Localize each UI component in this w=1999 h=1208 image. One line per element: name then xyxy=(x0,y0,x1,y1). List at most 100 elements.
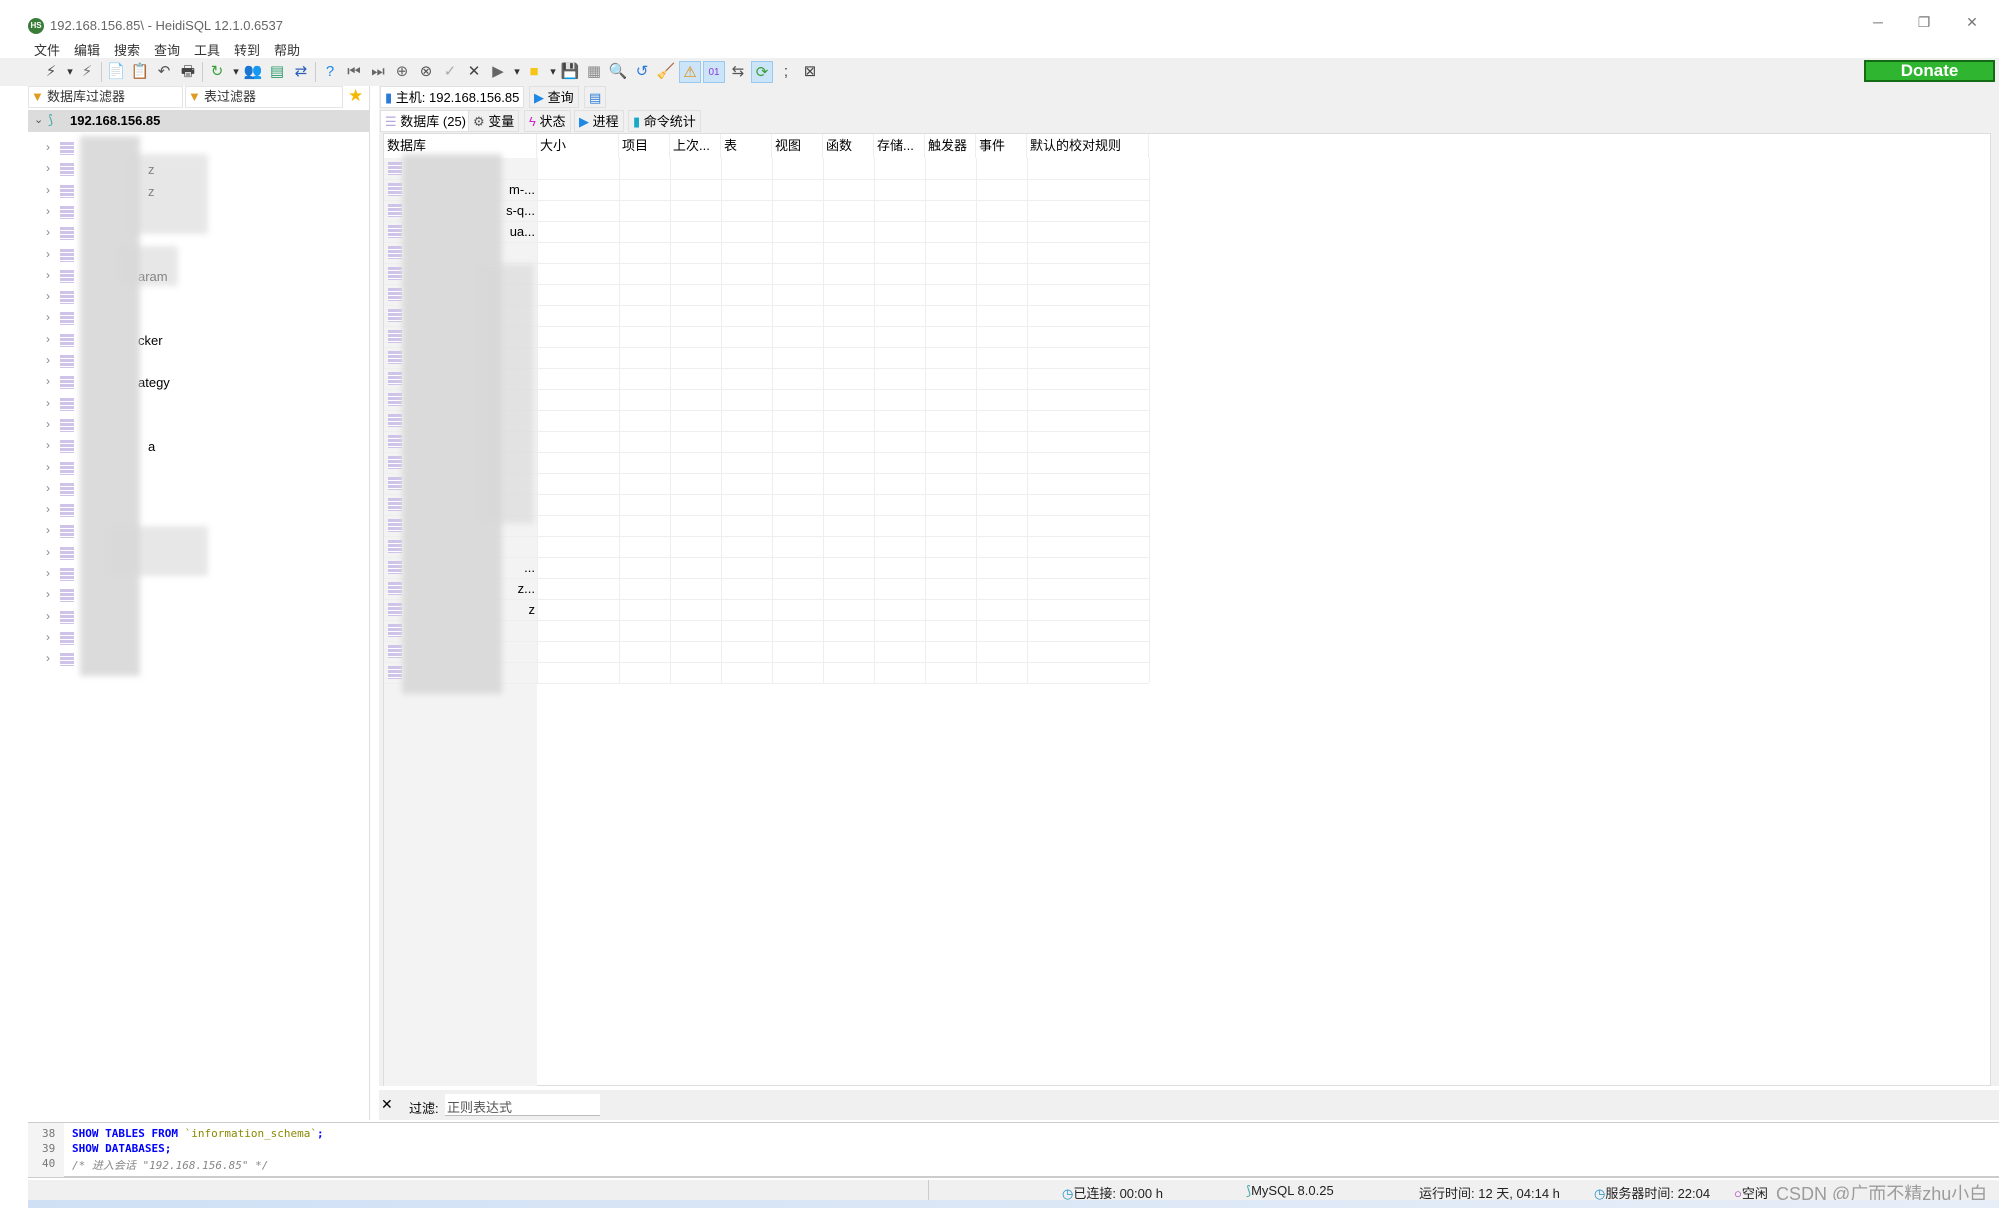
minimize-button[interactable]: ─ xyxy=(1858,14,1898,38)
undo-icon[interactable]: ↶ xyxy=(153,61,175,83)
run-icon[interactable]: ▶ xyxy=(487,61,509,83)
tab-bar-chart[interactable]: ▮ 命令统计 xyxy=(628,110,701,132)
save-as-icon[interactable]: ▦ xyxy=(583,61,605,83)
chevron-right-icon[interactable]: › xyxy=(46,481,50,495)
column-header[interactable]: 表 xyxy=(721,134,772,158)
restore-button[interactable]: ❐ xyxy=(1904,14,1944,38)
column-header[interactable]: 项目 xyxy=(619,134,670,158)
chevron-down-icon[interactable]: ⌄ xyxy=(34,113,43,126)
tree-item-database[interactable]: › xyxy=(28,308,368,329)
chevron-right-icon[interactable]: › xyxy=(46,417,50,431)
chevron-right-icon[interactable]: › xyxy=(46,247,50,261)
cancel-icon[interactable]: ✕ xyxy=(463,61,485,83)
chevron-right-icon[interactable]: › xyxy=(46,523,50,537)
column-header[interactable]: 触发器 xyxy=(925,134,976,158)
filter-regex-input[interactable]: 正则表达式 xyxy=(445,1094,600,1116)
tree-item-database[interactable]: › ategy xyxy=(28,372,368,393)
new-query-tab-button[interactable]: ▤ xyxy=(584,86,607,108)
chevron-right-icon[interactable]: › xyxy=(46,587,50,601)
transfer-icon[interactable]: ⇄ xyxy=(290,61,312,83)
chevron-right-icon[interactable]: › xyxy=(46,310,50,324)
chevron-right-icon[interactable]: › xyxy=(46,502,50,516)
dropdown-arrow-icon[interactable]: ▾ xyxy=(547,61,559,83)
column-header[interactable]: 大小 xyxy=(537,134,619,158)
database-list-grid[interactable]: 数据库 大小 项目 上次... 表视图 函数 存储... 触发器 事件 默认的校对规则 m-... s… xyxy=(383,133,1991,1086)
chevron-right-icon[interactable]: › xyxy=(46,268,50,282)
tab-play[interactable]: ▶ 进程 xyxy=(574,110,624,132)
copy-icon[interactable]: 📄 xyxy=(105,61,127,83)
menu-item[interactable]: 搜索 xyxy=(114,40,140,59)
chevron-right-icon[interactable]: › xyxy=(46,374,50,388)
folder-icon[interactable]: ■ xyxy=(523,61,545,83)
close-button[interactable]: ✕ xyxy=(1952,14,1992,38)
tree-item-database[interactable]: › xyxy=(28,649,368,670)
binary-icon[interactable]: 01 xyxy=(703,61,725,83)
tree-item-database[interactable]: › xyxy=(28,628,368,649)
user-manager-icon[interactable]: 👥 xyxy=(242,61,264,83)
first-icon[interactable]: ⏮ xyxy=(343,61,365,83)
tree-item-database[interactable]: ›aram xyxy=(28,266,368,287)
help-icon[interactable]: ? xyxy=(319,61,341,83)
clean-icon[interactable]: 🧹 xyxy=(655,61,677,83)
menu-item[interactable]: 查询 xyxy=(154,40,180,59)
chevron-right-icon[interactable]: › xyxy=(46,353,50,367)
add-icon[interactable]: ⊕ xyxy=(391,61,413,83)
tree-item-database[interactable]: › xyxy=(28,245,368,266)
column-header[interactable]: 存储... xyxy=(874,134,925,158)
replace-icon[interactable]: ↺ xyxy=(631,61,653,83)
column-header[interactable]: 默认的校对规则 xyxy=(1027,134,1149,158)
dropdown-arrow-icon[interactable]: ▾ xyxy=(64,61,76,83)
tree-item-database[interactable]: › xyxy=(28,585,368,606)
paste-icon[interactable]: 📋 xyxy=(129,61,151,83)
tree-item-database[interactable]: › xyxy=(28,479,368,500)
donate-button[interactable]: Donate xyxy=(1864,60,1995,82)
chevron-right-icon[interactable]: › xyxy=(46,204,50,218)
tab-host[interactable]: ▮ 主机: 192.168.156.85 xyxy=(380,86,525,108)
semicolon-icon[interactable]: ; xyxy=(775,61,797,83)
chevron-right-icon[interactable]: › xyxy=(46,438,50,452)
menu-item[interactable]: 帮助 xyxy=(274,40,300,59)
warning-icon[interactable]: ⚠ xyxy=(679,61,701,83)
dropdown-arrow-icon[interactable]: ▾ xyxy=(230,61,242,83)
tab-lightning[interactable]: ϟ 状态 xyxy=(524,110,571,132)
column-header[interactable]: 事件 xyxy=(976,134,1027,158)
disconnect-icon[interactable]: ⚡ xyxy=(76,61,98,83)
chevron-right-icon[interactable]: › xyxy=(46,630,50,644)
search-icon[interactable]: 🔍 xyxy=(607,61,629,83)
tree-item-database[interactable]: › xyxy=(28,415,368,436)
chevron-right-icon[interactable]: › xyxy=(46,140,50,154)
favorites-star-icon[interactable]: ★ xyxy=(348,86,363,106)
chevron-right-icon[interactable]: › xyxy=(46,651,50,665)
chevron-right-icon[interactable]: › xyxy=(46,161,50,175)
column-header[interactable]: 上次... xyxy=(670,134,721,158)
tree-item-database[interactable]: › cker xyxy=(28,330,368,351)
database-filter-input[interactable]: ▼ 数据库过滤器 xyxy=(28,86,183,108)
chevron-right-icon[interactable]: › xyxy=(46,545,50,559)
chevron-right-icon[interactable]: › xyxy=(46,183,50,197)
chevron-right-icon[interactable]: › xyxy=(46,566,50,580)
tree-item-database[interactable]: › a xyxy=(28,436,368,457)
connect-icon[interactable]: ⚡ xyxy=(40,61,62,83)
close-filter-button[interactable]: ✕ xyxy=(381,1096,393,1113)
chevron-right-icon[interactable]: › xyxy=(46,225,50,239)
export-csv-icon[interactable]: ▤ xyxy=(266,61,288,83)
chevron-right-icon[interactable]: › xyxy=(46,460,50,474)
tab-database[interactable]: ☰ 数据库 (25) xyxy=(380,110,472,132)
dropdown-arrow-icon[interactable]: ▾ xyxy=(511,61,523,83)
tree-item-database[interactable]: › xyxy=(28,394,368,415)
menu-item[interactable]: 转到 xyxy=(234,40,260,59)
tab-gear[interactable]: ⚙ 变量 xyxy=(468,110,520,132)
tree-item-database[interactable]: › xyxy=(28,287,368,308)
column-header[interactable]: 视图 xyxy=(772,134,823,158)
tree-root-server[interactable]: ⌄ ⟆ 192.168.156.85 xyxy=(28,110,370,132)
last-icon[interactable]: ⏭ xyxy=(367,61,389,83)
sql-log[interactable]: 38 SHOW TABLES FROM `information_schema`… xyxy=(28,1122,1999,1178)
chevron-right-icon[interactable]: › xyxy=(46,289,50,303)
chevron-right-icon[interactable]: › xyxy=(46,332,50,346)
print-icon[interactable]: 🖶 xyxy=(177,61,199,83)
save-icon[interactable]: 💾 xyxy=(559,61,581,83)
tab-query[interactable]: ▶ 查询 xyxy=(529,86,579,108)
chevron-right-icon[interactable]: › xyxy=(46,609,50,623)
chevron-right-icon[interactable]: › xyxy=(46,396,50,410)
menu-item[interactable]: 工具 xyxy=(194,40,220,59)
